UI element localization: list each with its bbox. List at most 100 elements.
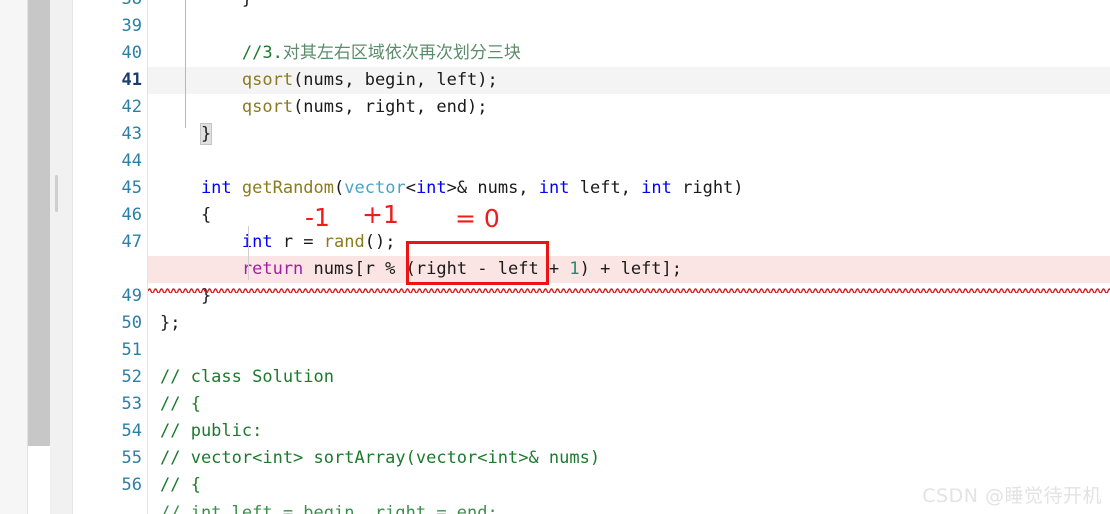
- code-editor: 38 39 40 41 42 43 44 45 46 47 49 50 51 52 53 54 55 56 } /…: [0, 0, 1110, 514]
- line-number-54: 54: [121, 421, 142, 441]
- code-line-53[interactable]: // {: [148, 391, 1110, 418]
- code-line-text: // {: [148, 391, 201, 418]
- code-line-text: }: [148, 0, 252, 13]
- code-line-text: }: [148, 121, 213, 148]
- annotation-equals-zero: = 0: [455, 204, 500, 233]
- line-number-49: 49: [121, 286, 142, 306]
- token-plain: ();: [364, 232, 396, 252]
- annotation-plus-one: +1: [362, 200, 399, 229]
- code-line-text: int r = rand();: [148, 229, 396, 256]
- code-line-text: {: [148, 202, 211, 229]
- token-cmt: // public:: [160, 421, 263, 441]
- code-line-38[interactable]: }: [148, 0, 1110, 13]
- csdn-watermark: CSDN @睡觉待开机: [922, 485, 1102, 507]
- code-line-text: };: [148, 310, 180, 337]
- line-number-53: 53: [121, 394, 142, 414]
- token-plain: >& nums,: [446, 178, 539, 198]
- line-number-56: 56: [121, 475, 142, 495]
- code-line-text: qsort(nums, right, end);: [148, 94, 488, 121]
- annotation-highlight-box: [406, 241, 549, 285]
- token-cmt: // {: [160, 394, 201, 414]
- token-type: vector: [344, 178, 406, 198]
- token-plain: };: [160, 313, 181, 333]
- token-plain: left,: [569, 178, 642, 198]
- token-cmt: //3.: [160, 43, 283, 63]
- line-number-42: 42: [121, 97, 142, 117]
- code-line-text: qsort(nums, begin, left);: [148, 67, 498, 94]
- code-line-text: }: [148, 283, 211, 310]
- code-content-area[interactable]: } //3.对其左右区域依次再次划分三块 qsort(nums, begin, …: [148, 0, 1110, 514]
- code-line-40[interactable]: //3.对其左右区域依次再次划分三块: [148, 40, 1110, 67]
- token-cmt: // class Solution: [160, 367, 334, 387]
- token-fn: getRandom: [241, 178, 335, 198]
- token-plain: right): [671, 178, 744, 198]
- line-number-44: 44: [121, 151, 142, 171]
- indent-guide-line-inner: [248, 226, 249, 280]
- code-line-text: // public:: [148, 418, 262, 445]
- clipped-next-line: // int left = begin, right = end;: [160, 500, 640, 514]
- token-num: 1: [569, 259, 580, 279]
- token-plain: (nums, begin, left);: [293, 70, 498, 90]
- token-kw: int: [641, 178, 672, 198]
- code-line-text: int getRandom(vector<int>& nums, int lef…: [148, 175, 744, 202]
- token-plain: <: [405, 178, 416, 198]
- token-plain: }: [160, 286, 212, 306]
- code-line-text: // class Solution: [148, 364, 334, 391]
- code-line-50[interactable]: };: [148, 310, 1110, 337]
- token-kw: int: [538, 178, 570, 198]
- line-number-45: 45: [121, 178, 142, 198]
- line-number-55: 55: [121, 448, 142, 468]
- token-fn: qsort: [160, 97, 294, 117]
- token-plain: {: [160, 205, 212, 225]
- token-kw: int: [160, 178, 242, 198]
- token-plain: r =: [272, 232, 324, 252]
- annotation-minus-one: -1: [305, 203, 330, 232]
- clipped-comment-token: // int left = begin, right = end;: [160, 503, 498, 514]
- code-line-46[interactable]: {: [148, 202, 1110, 229]
- token-cmt-cjk: 对其左右区域依次再次划分三块: [282, 43, 521, 63]
- code-line-52[interactable]: // class Solution: [148, 364, 1110, 391]
- code-line-47[interactable]: int r = rand();: [148, 229, 1110, 256]
- token-kw: int: [415, 178, 447, 198]
- code-line-41[interactable]: qsort(nums, begin, left);: [148, 67, 1110, 94]
- code-line-text: // vector<int> sortArray(vector<int>& nu…: [148, 445, 600, 472]
- token-fn: rand: [323, 232, 365, 252]
- code-line-49[interactable]: }: [148, 283, 1110, 310]
- minimap-thumb[interactable]: [55, 175, 58, 212]
- code-line-42[interactable]: qsort(nums, right, end);: [148, 94, 1110, 121]
- minimap-gutter[interactable]: [50, 0, 72, 514]
- code-line-54[interactable]: // public:: [148, 418, 1110, 445]
- line-number-43: 43: [121, 124, 142, 144]
- code-line-45[interactable]: int getRandom(vector<int>& nums, int lef…: [148, 175, 1110, 202]
- line-number-gutter: 38 39 40 41 42 43 44 45 46 47 49 50 51 52 53 54 55 56: [72, 0, 192, 514]
- vertical-scrollbar-thumb[interactable]: [28, 0, 50, 446]
- token-cmt: // vector<int> sortArray(vector<int>& nu…: [160, 448, 601, 468]
- line-number-50: 50: [121, 313, 142, 333]
- outer-scrollbar-track[interactable]: [0, 0, 28, 514]
- token-plain: }: [160, 0, 252, 9]
- line-number-52: 52: [121, 367, 142, 387]
- indent-guide-line: [185, 0, 186, 128]
- token-fn: qsort: [160, 70, 294, 90]
- line-number-40: 40: [121, 43, 142, 63]
- code-line-48[interactable]: return nums[r % (right - left + 1) + lef…: [148, 256, 1110, 283]
- token-plain: ) + left];: [579, 259, 683, 279]
- token-kw2: return: [160, 259, 304, 279]
- line-number-47: 47: [121, 232, 142, 252]
- token-kw: int: [160, 232, 273, 252]
- line-number-51: 51: [121, 340, 142, 360]
- code-line-43[interactable]: }: [148, 121, 1110, 148]
- line-number-39: 39: [121, 16, 142, 36]
- code-line-44[interactable]: [148, 148, 1110, 175]
- line-number-38: 38: [72, 0, 142, 13]
- line-number-41: 41: [121, 70, 142, 90]
- token-plain: (nums, right, end);: [293, 97, 488, 117]
- token-bracket: }: [199, 123, 213, 145]
- code-line-55[interactable]: // vector<int> sortArray(vector<int>& nu…: [148, 445, 1110, 472]
- code-line-39[interactable]: [148, 13, 1110, 40]
- code-line-text: // {: [148, 472, 201, 499]
- token-cmt: // {: [160, 475, 201, 495]
- token-plain: (: [334, 178, 345, 198]
- code-line-51[interactable]: [148, 337, 1110, 364]
